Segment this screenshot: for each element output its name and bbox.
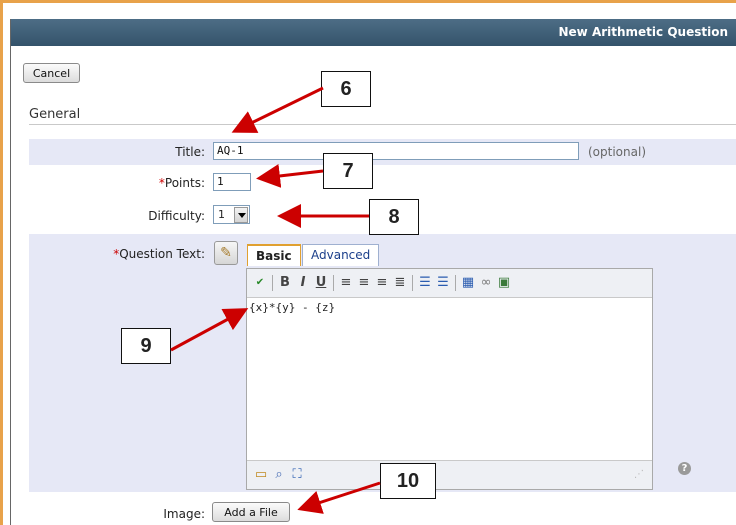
dialog-titlebar: New Arithmetic Question [10, 19, 736, 46]
difficulty-value: 1 [218, 208, 225, 221]
question-text-label: *Question Text: [90, 247, 205, 261]
difficulty-label: Difficulty: [148, 209, 205, 223]
callout-7: 7 [323, 153, 373, 189]
callout-10: 10 [380, 463, 436, 499]
spellcheck-icon[interactable]: ✔ [252, 275, 268, 291]
section-title-general: General [29, 107, 81, 122]
question-text-label-text: Question Text: [119, 247, 205, 261]
underline-icon[interactable]: U [313, 275, 329, 291]
points-label-text: Points: [164, 176, 205, 190]
left-border [10, 19, 11, 525]
difficulty-select[interactable]: 1 [213, 205, 250, 224]
toolbar-separator [412, 275, 413, 291]
help-icon[interactable]: ? [678, 462, 691, 475]
points-input[interactable]: 1 [213, 173, 251, 191]
toolbar-separator [333, 275, 334, 291]
fullscreen-icon[interactable]: ⛶ [289, 467, 305, 483]
align-center-icon[interactable]: ≡ [356, 275, 372, 291]
editor-footer: ▭ ⌕ ⛶ ⋰ [247, 460, 652, 489]
justify-icon[interactable]: ≣ [392, 275, 408, 291]
pencil-icon[interactable]: ✎ [214, 241, 238, 265]
add-file-button[interactable]: Add a File [212, 502, 290, 522]
bulleted-list-icon[interactable]: ☰ [417, 275, 433, 291]
image-icon[interactable]: ▣ [496, 275, 512, 291]
table-icon[interactable]: ▦ [460, 275, 476, 291]
find-icon[interactable]: ⌕ [271, 467, 287, 483]
editor-toolbar: ✔ B I U ≡ ≡ ≡ ≣ ☰ ☰ ▦ ∞ ▣ [247, 269, 652, 298]
image-label: Image: [163, 507, 205, 521]
points-label: *Points: [110, 176, 205, 190]
align-right-icon[interactable]: ≡ [374, 275, 390, 291]
callout-6: 6 [321, 71, 371, 107]
align-left-icon[interactable]: ≡ [338, 275, 354, 291]
toolbar-separator [272, 275, 273, 291]
italic-icon[interactable]: I [295, 275, 311, 291]
link-icon[interactable]: ∞ [478, 275, 494, 291]
section-divider [29, 124, 736, 125]
dialog-title: New Arithmetic Question [558, 25, 729, 39]
callout-8: 8 [369, 199, 419, 235]
resize-grip-icon[interactable]: ⋰ [631, 467, 647, 483]
title-input[interactable]: AQ-1 [213, 142, 579, 160]
question-text-content[interactable]: {x}*{y} - {z} [249, 301, 335, 314]
bold-icon[interactable]: B [277, 275, 293, 291]
numbered-list-icon[interactable]: ☰ [435, 275, 451, 291]
chevron-down-icon[interactable] [234, 207, 248, 223]
title-label: Title: [175, 145, 205, 159]
toolbar-separator [455, 275, 456, 291]
preview-icon[interactable]: ▭ [253, 467, 269, 483]
title-optional-hint: (optional) [588, 145, 646, 159]
rich-text-editor[interactable]: ✔ B I U ≡ ≡ ≡ ≣ ☰ ☰ ▦ ∞ ▣ {x}*{y} - {z} … [246, 268, 653, 490]
cancel-button[interactable]: Cancel [23, 63, 80, 83]
tab-advanced[interactable]: Advanced [302, 244, 380, 266]
callout-9: 9 [121, 328, 171, 364]
tab-basic[interactable]: Basic [247, 244, 301, 266]
